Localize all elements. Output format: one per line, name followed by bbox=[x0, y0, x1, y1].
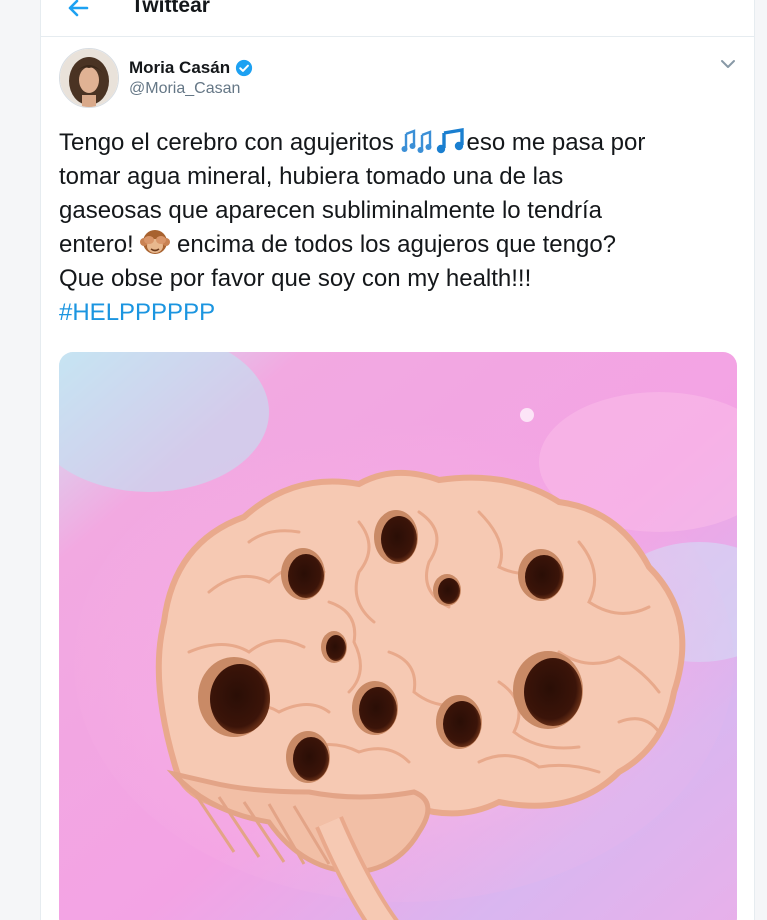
tweet-line-1-start: Tengo el cerebro con agujeritos bbox=[59, 129, 401, 156]
avatar[interactable] bbox=[59, 48, 119, 108]
chevron-down-icon[interactable] bbox=[719, 57, 737, 71]
verified-badge-icon bbox=[235, 59, 253, 77]
tweet-text: Tengo el cerebro con agujeritos eso me p… bbox=[59, 126, 739, 330]
page-title: Twittear bbox=[131, 0, 210, 17]
musical-note-icon bbox=[436, 128, 464, 154]
tweet-media-image[interactable] bbox=[59, 352, 737, 920]
top-bar: Twittear bbox=[41, 0, 754, 37]
brain-illustration bbox=[59, 352, 737, 920]
tweet-line-5: Que obse por favor que soy con my health… bbox=[59, 265, 532, 292]
author-row: Moria Casán bbox=[129, 58, 253, 78]
musical-notes-icon bbox=[401, 129, 432, 153]
see-no-evil-monkey-icon bbox=[140, 230, 171, 254]
tweet-card: Twittear Moria Casán @Moria_Casan Tengo … bbox=[40, 0, 755, 920]
author-handle[interactable]: @Moria_Casan bbox=[129, 80, 240, 98]
left-background bbox=[0, 0, 40, 920]
right-background bbox=[753, 0, 767, 920]
author-name[interactable]: Moria Casán bbox=[129, 58, 230, 78]
tweet-line-4-start: entero! bbox=[59, 231, 141, 258]
avatar-image bbox=[60, 49, 118, 107]
tweet-line-1: Tengo el cerebro con agujeritos eso me p… bbox=[59, 126, 739, 160]
tweet-line-4: entero! encima de todos los agujeros que… bbox=[59, 228, 739, 262]
arrow-left-icon[interactable] bbox=[65, 0, 91, 20]
tweet-line-2: tomar agua mineral, hubiera tomado una d… bbox=[59, 163, 564, 190]
tweet-line-1-end: eso me pasa por bbox=[466, 129, 646, 156]
tweet-line-4-end: encima de todos los agujeros que tengo? bbox=[170, 231, 617, 258]
hashtag-link[interactable]: #HELPPPPPP bbox=[59, 296, 739, 330]
tweet-line-3: gaseosas que aparecen subliminalmente lo… bbox=[59, 197, 603, 224]
